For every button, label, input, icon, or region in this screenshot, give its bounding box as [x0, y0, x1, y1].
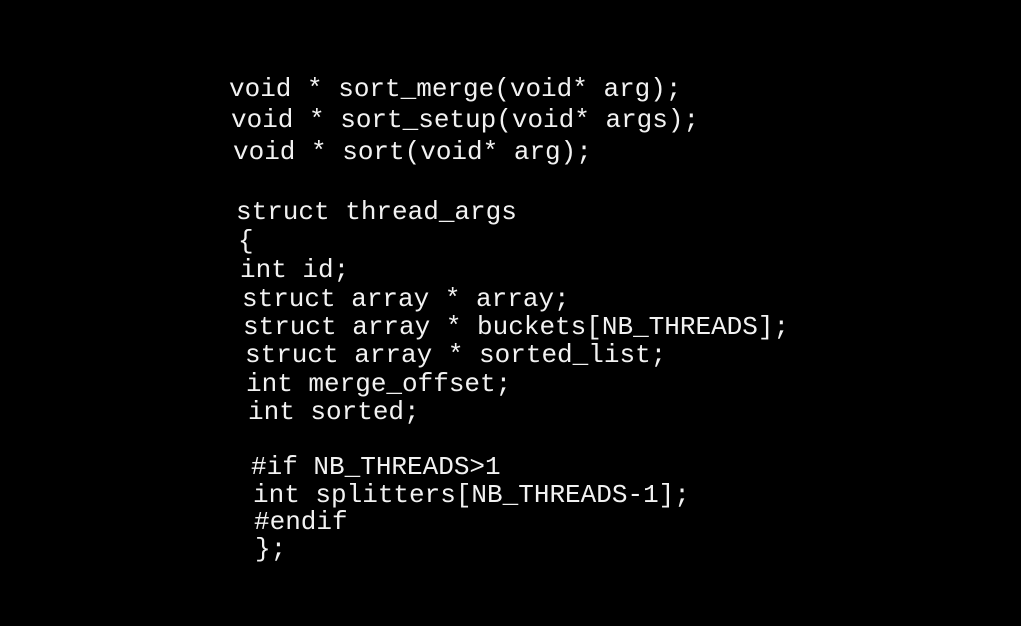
- code-line-7: struct array * array;: [242, 284, 570, 314]
- code-line-3: void * sort(void* arg);: [233, 137, 592, 167]
- code-line-5: {: [238, 226, 254, 256]
- code-line-1: void * sort_merge(void* arg);: [229, 74, 682, 104]
- code-view: void * sort_merge(void* arg); void * sor…: [0, 0, 1021, 626]
- code-line-4: struct thread_args: [236, 197, 517, 227]
- code-line-9: struct array * sorted_list;: [245, 340, 667, 370]
- code-line-6: int id;: [240, 255, 350, 285]
- code-line-12: #if NB_THREADS>1: [251, 452, 501, 482]
- code-line-10: int merge_offset;: [246, 369, 512, 399]
- code-line-13: int splitters[NB_THREADS-1];: [253, 480, 690, 510]
- code-line-8: struct array * buckets[NB_THREADS];: [243, 312, 790, 342]
- code-line-15: };: [255, 534, 287, 564]
- code-line-2: void * sort_setup(void* args);: [231, 105, 700, 135]
- code-line-11: int sorted;: [248, 397, 420, 427]
- code-line-14: #endif: [254, 507, 348, 537]
